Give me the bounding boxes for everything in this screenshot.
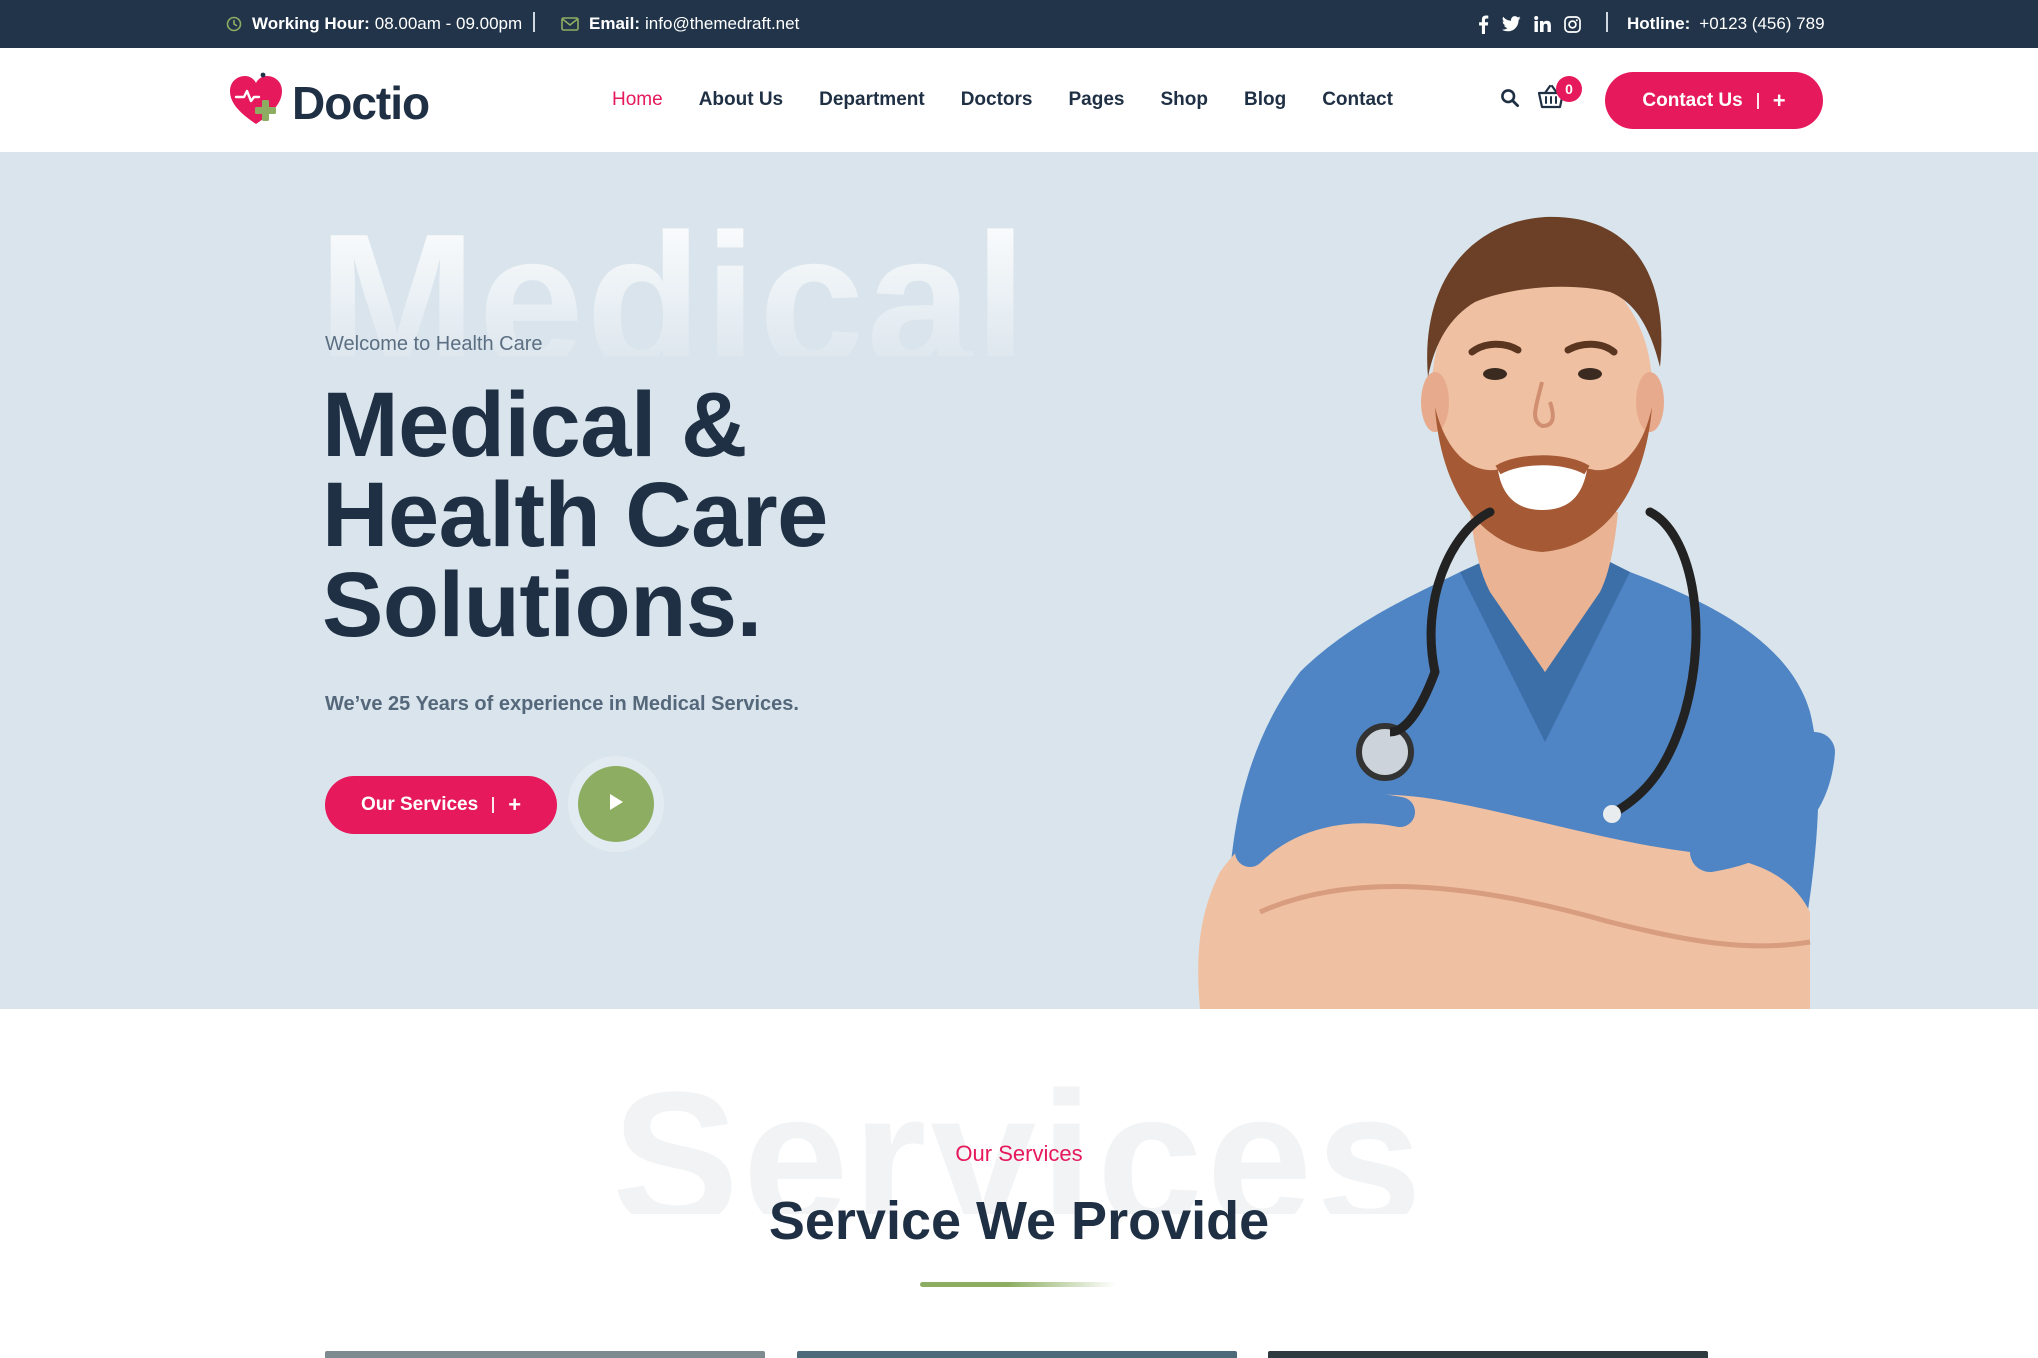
heart-logo-icon xyxy=(228,70,288,135)
facebook-icon[interactable] xyxy=(1478,14,1489,34)
hotline-number[interactable]: +0123 (456) 789 xyxy=(1699,14,1824,34)
plus-icon: + xyxy=(1772,87,1786,113)
email-info[interactable]: Email: info@themedraft.net xyxy=(561,0,799,48)
hotline-label: Hotline: xyxy=(1627,14,1691,33)
nav-item-contact[interactable]: Contact xyxy=(1322,89,1393,111)
email-label: Email: xyxy=(589,14,641,33)
instagram-icon[interactable] xyxy=(1564,15,1581,33)
hero-title-line: Medical & xyxy=(322,374,747,476)
nav-item-blog[interactable]: Blog xyxy=(1244,89,1286,111)
service-card-image[interactable] xyxy=(325,1351,765,1358)
working-hours-value: 08.00am - 09.00pm xyxy=(374,14,523,33)
our-services-button[interactable]: Our Services + xyxy=(325,776,557,834)
services-eyebrow: Our Services xyxy=(955,1141,1083,1166)
contact-us-button[interactable]: Contact Us + xyxy=(1605,72,1823,129)
hotline-info[interactable]: Hotline: +0123 (456) 789 xyxy=(1627,0,1825,48)
doctor-image xyxy=(1198,216,1835,1009)
cart-button[interactable]: 0 xyxy=(1536,76,1582,115)
hero-title-line: Health Care xyxy=(322,464,828,566)
top-info-bar: Working Hour: 08.00am - 09.00pm Email: i… xyxy=(0,0,2038,48)
services-section: Services Our Services Service We Provide xyxy=(0,1009,2038,1358)
hero-title-line: Solutions. xyxy=(322,554,762,656)
working-hours: Working Hour: 08.00am - 09.00pm xyxy=(226,0,522,48)
service-card-image[interactable] xyxy=(797,1351,1237,1358)
main-nav: Home About Us Department Doctors Pages S… xyxy=(612,48,1393,152)
nav-item-about-us[interactable]: About Us xyxy=(699,89,783,111)
button-divider xyxy=(492,797,495,813)
hero-section: Medical Welcome to Health Care Medical &… xyxy=(0,152,2038,1009)
service-card-image[interactable] xyxy=(1268,1351,1708,1358)
twitter-icon[interactable] xyxy=(1502,16,1521,32)
nav-item-doctors[interactable]: Doctors xyxy=(961,89,1033,111)
contact-us-label: Contact Us xyxy=(1642,89,1743,111)
our-services-label: Our Services xyxy=(360,794,479,815)
logo-text: Doctio xyxy=(292,76,430,129)
nav-item-home[interactable]: Home xyxy=(612,89,663,111)
play-video-button[interactable] xyxy=(578,766,654,842)
site-header: Doctio Home About Us Department Doctors … xyxy=(0,48,2038,152)
services-title: Service We Provide xyxy=(768,1191,1270,1251)
hero-subtitle: We’ve 25 Years of experience in Medical … xyxy=(325,693,799,715)
linkedin-icon[interactable] xyxy=(1534,16,1551,32)
working-hours-label: Working Hour: xyxy=(252,14,370,33)
nav-item-shop[interactable]: Shop xyxy=(1160,89,1208,111)
button-divider xyxy=(1756,92,1759,109)
envelope-icon xyxy=(561,17,579,31)
clock-icon xyxy=(226,16,242,32)
logo[interactable]: Doctio xyxy=(228,70,430,135)
plus-icon: + xyxy=(508,792,522,817)
divider xyxy=(533,12,535,32)
divider xyxy=(1606,12,1608,32)
title-underline xyxy=(920,1282,1116,1287)
social-links xyxy=(1478,0,1581,48)
play-icon xyxy=(607,792,625,817)
hero-title: Medical & Health Care Solutions. xyxy=(322,374,1022,656)
cart-count-badge: 0 xyxy=(1556,76,1582,102)
nav-item-department[interactable]: Department xyxy=(819,89,925,111)
email-link[interactable]: info@themedraft.net xyxy=(645,14,799,34)
hero-eyebrow: Welcome to Health Care xyxy=(325,333,543,355)
nav-item-pages[interactable]: Pages xyxy=(1069,89,1125,111)
search-icon[interactable] xyxy=(1500,88,1520,113)
